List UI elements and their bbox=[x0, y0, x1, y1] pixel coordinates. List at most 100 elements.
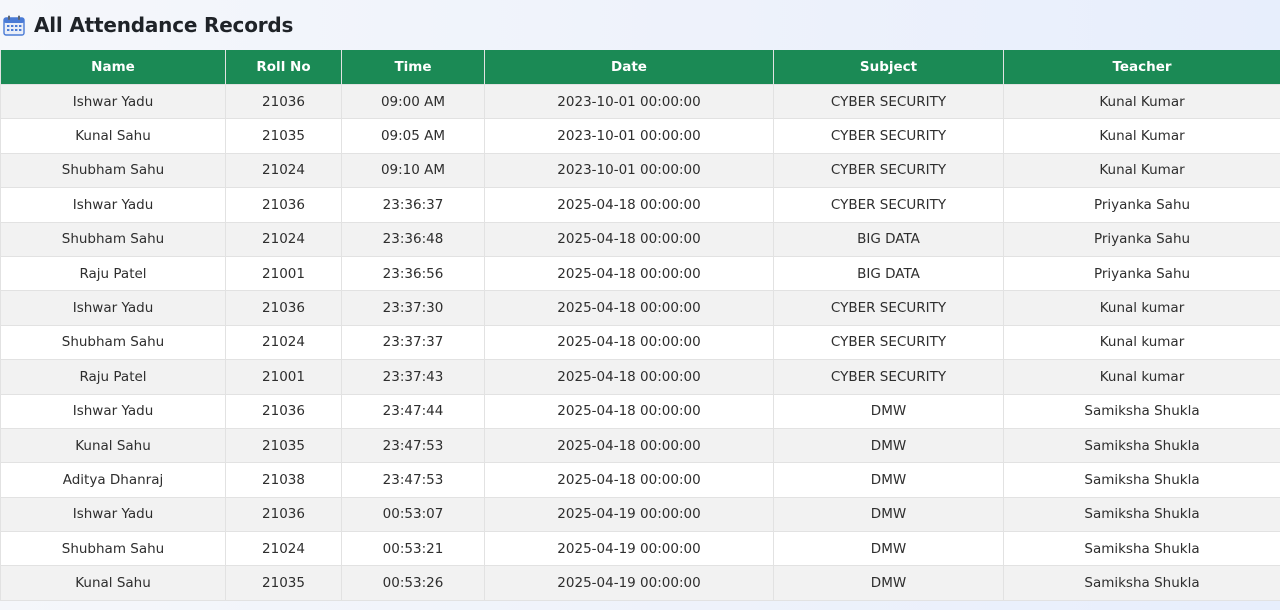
cell-teacher: Samiksha Shukla bbox=[1003, 393, 1280, 429]
cell-roll-no: 21035 bbox=[225, 427, 342, 464]
cell-time: 23:37:43 bbox=[341, 359, 485, 395]
cell-name: Ishwar Yadu bbox=[0, 393, 226, 429]
cell-date: 2023-10-01 00:00:00 bbox=[484, 152, 774, 189]
table-row: Aditya Dhanraj 21038 23:47:53 2025-04-18 00… bbox=[0, 462, 1280, 498]
cell-date: 2025-04-18 00:00:00 bbox=[484, 462, 774, 498]
cell-teacher: Samiksha Shukla bbox=[1003, 565, 1280, 601]
cell-roll-no: 21036 bbox=[225, 83, 342, 120]
cell-subject: DMW bbox=[773, 531, 1004, 567]
cell-roll-no: 21036 bbox=[225, 290, 342, 326]
cell-name: Kunal Sahu bbox=[0, 565, 226, 601]
cell-subject: BIG DATA bbox=[773, 221, 1004, 257]
cell-name: Raju Patel bbox=[0, 359, 226, 395]
cell-subject: DMW bbox=[773, 496, 1004, 533]
cell-subject: CYBER SECURITY bbox=[773, 359, 1004, 395]
calendar-icon bbox=[3, 15, 25, 36]
cell-date: 2025-04-18 00:00:00 bbox=[484, 393, 774, 429]
cell-name: Ishwar Yadu bbox=[0, 290, 226, 326]
cell-teacher: Kunal kumar bbox=[1003, 324, 1280, 361]
cell-date: 2023-10-01 00:00:00 bbox=[484, 118, 774, 154]
cell-time: 09:00 AM bbox=[341, 83, 485, 120]
cell-name: Shubham Sahu bbox=[0, 324, 226, 361]
cell-name: Kunal Sahu bbox=[0, 118, 226, 154]
cell-roll-no: 21024 bbox=[225, 221, 342, 257]
cell-name: Shubham Sahu bbox=[0, 152, 226, 189]
cell-subject: DMW bbox=[773, 393, 1004, 429]
column-header-teacher: Teacher bbox=[1003, 50, 1280, 85]
cell-time: 23:47:53 bbox=[341, 427, 485, 464]
cell-date: 2025-04-18 00:00:00 bbox=[484, 427, 774, 464]
cell-name: Kunal Sahu bbox=[0, 427, 226, 464]
cell-subject: CYBER SECURITY bbox=[773, 118, 1004, 154]
table-row: Ishwar Yadu 21036 00:53:07 2025-04-19 00:00… bbox=[0, 496, 1280, 533]
table-row: Raju Patel 21001 23:36:56 2025-04-18 00:00:… bbox=[0, 255, 1280, 292]
table-row: Kunal Sahu 21035 09:05 AM 2023-10-01 00:00:… bbox=[0, 118, 1280, 154]
cell-roll-no: 21001 bbox=[225, 359, 342, 395]
cell-subject: BIG DATA bbox=[773, 255, 1004, 292]
column-header-time: Time bbox=[341, 50, 485, 85]
cell-teacher: Priyanka Sahu bbox=[1003, 187, 1280, 223]
column-header-date: Date bbox=[484, 50, 774, 85]
column-header-roll-no: Roll No bbox=[225, 50, 342, 85]
cell-time: 09:10 AM bbox=[341, 152, 485, 189]
cell-time: 00:53:26 bbox=[341, 565, 485, 601]
cell-name: Ishwar Yadu bbox=[0, 187, 226, 223]
cell-teacher: Kunal kumar bbox=[1003, 290, 1280, 326]
cell-teacher: Kunal Kumar bbox=[1003, 152, 1280, 189]
cell-roll-no: 21024 bbox=[225, 324, 342, 361]
table-row: Shubham Sahu 21024 23:37:37 2025-04-18 00:0… bbox=[0, 324, 1280, 361]
cell-date: 2025-04-19 00:00:00 bbox=[484, 565, 774, 601]
cell-teacher: Samiksha Shukla bbox=[1003, 496, 1280, 533]
cell-time: 00:53:07 bbox=[341, 496, 485, 533]
table-row: Kunal Sahu 21035 23:47:53 2025-04-18 00:00:… bbox=[0, 427, 1280, 464]
cell-teacher: Kunal Kumar bbox=[1003, 118, 1280, 154]
table-row: Shubham Sahu 21024 23:36:48 2025-04-18 00:0… bbox=[0, 221, 1280, 257]
table-row: Shubham Sahu 21024 00:53:21 2025-04-19 00:0… bbox=[0, 531, 1280, 567]
cell-subject: DMW bbox=[773, 462, 1004, 498]
column-header-name: Name bbox=[0, 50, 226, 85]
cell-teacher: Samiksha Shukla bbox=[1003, 462, 1280, 498]
cell-subject: CYBER SECURITY bbox=[773, 152, 1004, 189]
cell-roll-no: 21036 bbox=[225, 393, 342, 429]
cell-roll-no: 21035 bbox=[225, 118, 342, 154]
cell-time: 23:47:53 bbox=[341, 462, 485, 498]
cell-roll-no: 21036 bbox=[225, 496, 342, 533]
cell-date: 2025-04-18 00:00:00 bbox=[484, 255, 774, 292]
attendance-table: Name Roll No Time Date Subject Teacher I… bbox=[0, 50, 1280, 601]
table-body: Ishwar Yadu 21036 09:00 AM 2023-10-01 00:00… bbox=[0, 83, 1280, 601]
cell-date: 2025-04-18 00:00:00 bbox=[484, 359, 774, 395]
cell-roll-no: 21024 bbox=[225, 531, 342, 567]
page-title: All Attendance Records bbox=[34, 13, 294, 37]
cell-time: 23:36:56 bbox=[341, 255, 485, 292]
cell-date: 2023-10-01 00:00:00 bbox=[484, 83, 774, 120]
cell-roll-no: 21035 bbox=[225, 565, 342, 601]
cell-teacher: Samiksha Shukla bbox=[1003, 427, 1280, 464]
cell-time: 23:37:30 bbox=[341, 290, 485, 326]
cell-date: 2025-04-18 00:00:00 bbox=[484, 324, 774, 361]
table-row: Ishwar Yadu 21036 23:37:30 2025-04-18 00:00… bbox=[0, 290, 1280, 326]
cell-teacher: Kunal Kumar bbox=[1003, 83, 1280, 120]
cell-time: 23:36:48 bbox=[341, 221, 485, 257]
cell-name: Shubham Sahu bbox=[0, 531, 226, 567]
table-row: Ishwar Yadu 21036 09:00 AM 2023-10-01 00:00… bbox=[0, 83, 1280, 120]
cell-date: 2025-04-18 00:00:00 bbox=[484, 290, 774, 326]
cell-teacher: Priyanka Sahu bbox=[1003, 255, 1280, 292]
table-row: Shubham Sahu 21024 09:10 AM 2023-10-01 00:0… bbox=[0, 152, 1280, 189]
table-row: Raju Patel 21001 23:37:43 2025-04-18 00:00:… bbox=[0, 359, 1280, 395]
column-header-subject: Subject bbox=[773, 50, 1004, 85]
cell-time: 23:37:37 bbox=[341, 324, 485, 361]
cell-subject: DMW bbox=[773, 427, 1004, 464]
cell-time: 00:53:21 bbox=[341, 531, 485, 567]
cell-name: Ishwar Yadu bbox=[0, 83, 226, 120]
cell-subject: CYBER SECURITY bbox=[773, 83, 1004, 120]
cell-name: Raju Patel bbox=[0, 255, 226, 292]
cell-teacher: Kunal kumar bbox=[1003, 359, 1280, 395]
table-row: Kunal Sahu 21035 00:53:26 2025-04-19 00:00:… bbox=[0, 565, 1280, 601]
cell-name: Ishwar Yadu bbox=[0, 496, 226, 533]
cell-time: 23:47:44 bbox=[341, 393, 485, 429]
cell-teacher: Priyanka Sahu bbox=[1003, 221, 1280, 257]
cell-name: Aditya Dhanraj bbox=[0, 462, 226, 498]
cell-date: 2025-04-18 00:00:00 bbox=[484, 221, 774, 257]
cell-time: 09:05 AM bbox=[341, 118, 485, 154]
cell-subject: CYBER SECURITY bbox=[773, 290, 1004, 326]
